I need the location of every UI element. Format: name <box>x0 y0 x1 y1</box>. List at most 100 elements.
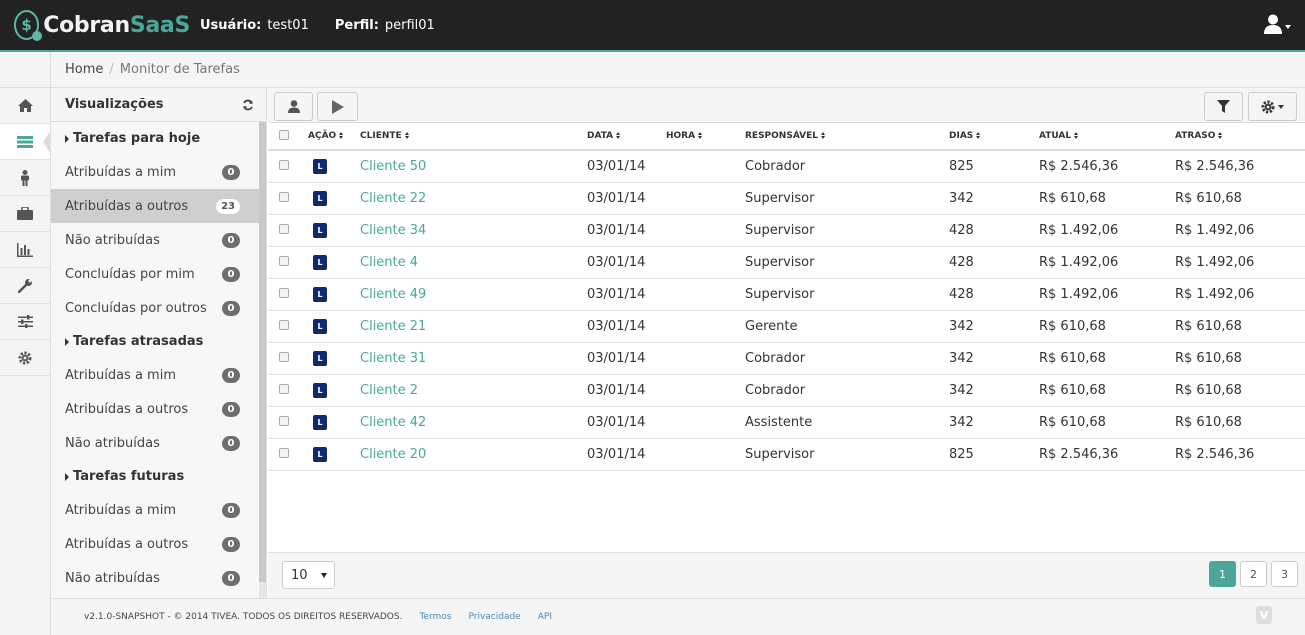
cell-cliente[interactable]: Cliente 20 <box>360 438 587 471</box>
nav-home[interactable] <box>0 88 50 124</box>
settings-dropdown-button[interactable] <box>1248 92 1297 121</box>
row-checkbox[interactable] <box>279 223 289 234</box>
view-item[interactable]: Atribuídas a mim 0 <box>51 358 260 392</box>
row-checkbox[interactable] <box>279 319 289 330</box>
col-atual[interactable]: Atual <box>1039 123 1175 151</box>
view-item[interactable]: Concluídas por mim 0 <box>51 257 260 291</box>
table-row[interactable]: L Cliente 42 03/01/14 Assistente 342 R$ 610,6… <box>268 406 1305 439</box>
table-row[interactable]: L Cliente 21 03/01/14 Gerente 342 R$ 610,68 R$… <box>268 310 1305 343</box>
filter-button[interactable] <box>1204 92 1243 121</box>
table-row[interactable]: L Cliente 4 03/01/14 Supervisor 428 R$ 1.492,… <box>268 246 1305 279</box>
table-row[interactable]: L Cliente 31 03/01/14 Cobrador 342 R$ 610,68 R… <box>268 342 1305 375</box>
nav-settings[interactable] <box>0 340 50 376</box>
tasks-table-body: L Cliente 50 03/01/14 Cobrador 825 R$ 2.546,3… <box>268 150 1305 471</box>
nav-person[interactable] <box>0 160 50 196</box>
cell-data: 03/01/14 <box>587 406 666 439</box>
cell-cliente[interactable]: Cliente 22 <box>360 182 587 215</box>
view-item[interactable]: Concluídas por outros 0 <box>51 291 260 325</box>
api-link[interactable]: API <box>538 612 552 622</box>
play-button[interactable] <box>317 92 358 121</box>
nav-tasks[interactable] <box>0 124 51 160</box>
view-item[interactable]: Atribuídas a outros 0 <box>51 392 260 426</box>
view-item[interactable]: Não atribuídas 0 <box>51 223 260 257</box>
cell-atraso: R$ 1.492,06 <box>1175 278 1305 311</box>
sort-icon <box>821 132 826 139</box>
view-item[interactable]: Atribuídas a outros 0 <box>51 527 260 561</box>
row-checkbox[interactable] <box>279 383 289 394</box>
view-item[interactable]: Não atribuídas 0 <box>51 561 260 595</box>
page-button[interactable]: 3 <box>1271 561 1298 587</box>
refresh-icon[interactable] <box>242 99 254 111</box>
views-title: Visualizações <box>65 97 164 112</box>
user-value: test01 <box>267 17 309 33</box>
col-dias[interactable]: Dias <box>949 123 1039 151</box>
action-badge[interactable]: L <box>313 415 327 430</box>
cell-atraso: R$ 1.492,06 <box>1175 214 1305 247</box>
privacy-link[interactable]: Privacidade <box>468 612 520 622</box>
table-row[interactable]: L Cliente 49 03/01/14 Supervisor 428 R$ 1.492… <box>268 278 1305 311</box>
views-scrollbar[interactable] <box>259 122 266 598</box>
cell-cliente[interactable]: Cliente 42 <box>360 406 587 439</box>
col-data[interactable]: Data <box>587 123 666 151</box>
row-checkbox[interactable] <box>279 287 289 298</box>
app-logo[interactable]: $ CobranSaaS <box>14 10 190 41</box>
action-badge[interactable]: L <box>313 383 327 398</box>
table-row[interactable]: L Cliente 22 03/01/14 Supervisor 342 R$ 610,6… <box>268 182 1305 215</box>
col-responsavel[interactable]: Responsável <box>745 123 949 151</box>
select-all-checkbox[interactable] <box>279 129 289 140</box>
action-badge[interactable]: L <box>313 159 327 175</box>
view-group-title[interactable]: Tarefas futuras <box>51 460 266 493</box>
cell-cliente[interactable]: Cliente 50 <box>360 150 587 183</box>
user-menu-button[interactable] <box>1264 14 1291 34</box>
table-row[interactable]: L Cliente 50 03/01/14 Cobrador 825 R$ 2.546,3… <box>268 150 1305 183</box>
row-checkbox[interactable] <box>279 159 289 170</box>
table-row[interactable]: L Cliente 2 03/01/14 Cobrador 342 R$ 610,68 R$… <box>268 374 1305 407</box>
view-item[interactable]: Atribuídas a mim 0 <box>51 155 260 189</box>
row-checkbox[interactable] <box>279 415 289 426</box>
action-badge[interactable]: L <box>313 191 327 206</box>
row-checkbox[interactable] <box>279 191 289 202</box>
action-badge[interactable]: L <box>313 447 327 462</box>
action-badge[interactable]: L <box>313 223 327 238</box>
cell-cliente[interactable]: Cliente 4 <box>360 246 587 279</box>
nav-tools[interactable] <box>0 268 50 304</box>
col-acao[interactable]: Ação <box>308 123 360 151</box>
cell-cliente[interactable]: Cliente 49 <box>360 278 587 311</box>
table-row[interactable]: L Cliente 34 03/01/14 Supervisor 428 R$ 1.492… <box>268 214 1305 247</box>
action-badge[interactable]: L <box>313 351 327 366</box>
table-row[interactable]: L Cliente 20 03/01/14 Supervisor 825 R$ 2.546… <box>268 438 1305 471</box>
breadcrumb-home[interactable]: Home <box>65 62 103 77</box>
cell-cliente[interactable]: Cliente 21 <box>360 310 587 343</box>
row-checkbox[interactable] <box>279 255 289 266</box>
page-size-select[interactable]: 10 <box>282 561 335 589</box>
row-checkbox[interactable] <box>279 351 289 362</box>
home-icon <box>17 99 33 112</box>
cell-dias: 342 <box>949 182 1039 215</box>
scrollbar-thumb[interactable] <box>259 122 266 582</box>
col-cliente[interactable]: Cliente <box>360 123 587 151</box>
page-button[interactable]: 1 <box>1209 561 1236 587</box>
action-badge[interactable]: L <box>313 287 327 302</box>
assign-button[interactable] <box>274 92 313 121</box>
nav-reports[interactable] <box>0 232 50 268</box>
cell-cliente[interactable]: Cliente 2 <box>360 374 587 407</box>
action-badge[interactable]: L <box>313 255 327 270</box>
col-hora[interactable]: Hora <box>666 123 745 151</box>
page-button[interactable]: 2 <box>1240 561 1267 587</box>
action-badge[interactable]: L <box>313 319 327 334</box>
cell-cliente[interactable]: Cliente 31 <box>360 342 587 375</box>
col-atraso[interactable]: Atraso <box>1175 123 1305 151</box>
view-item[interactable]: Não atribuídas 0 <box>51 426 260 460</box>
row-checkbox[interactable] <box>279 447 289 458</box>
terms-link[interactable]: Termos <box>419 612 451 622</box>
view-group-title[interactable]: Tarefas para hoje <box>51 122 266 155</box>
view-item[interactable]: Atribuídas a outros 23 <box>51 189 260 223</box>
view-item[interactable]: Atribuídas a mim 0 <box>51 493 260 527</box>
user-label: Usuário: <box>200 17 262 33</box>
nav-adjustments[interactable] <box>0 304 50 340</box>
view-group-title[interactable]: Tarefas atrasadas <box>51 325 266 358</box>
cell-responsavel: Gerente <box>745 310 949 343</box>
nav-briefcase[interactable] <box>0 196 50 232</box>
cell-hora <box>666 310 745 343</box>
cell-cliente[interactable]: Cliente 34 <box>360 214 587 247</box>
